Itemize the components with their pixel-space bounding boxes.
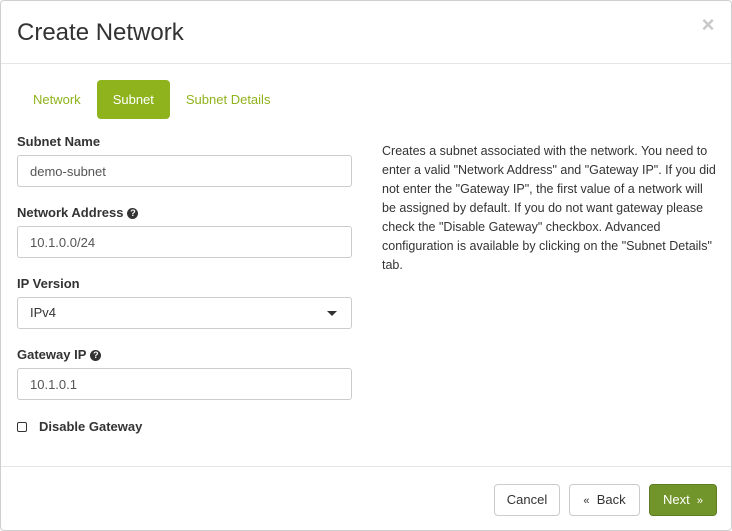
close-icon[interactable]: × [699,14,717,36]
gateway-ip-input[interactable] [17,368,352,400]
subnet-help-text: Creates a subnet associated with the net… [382,144,716,272]
next-button[interactable]: Next » [649,484,717,516]
chevron-left-icon: « [583,495,590,507]
gateway-ip-label-text: Gateway IP [17,347,87,362]
modal-header: Create Network × [1,1,731,64]
subnet-name-label-text: Subnet Name [17,134,101,149]
modal-footer: Cancel « Back Next » [1,466,731,530]
gateway-ip-label: Gateway IP ? [17,347,102,363]
disable-gateway-checkbox[interactable] [17,422,27,432]
ip-version-label: IP Version [17,276,80,292]
disable-gateway-label[interactable]: Disable Gateway [39,420,142,434]
caret-down-icon [327,311,337,316]
tab-subnet-details[interactable]: Subnet Details [170,80,287,119]
wizard-tabs: Network Subnet Subnet Details [17,80,286,119]
cancel-button[interactable]: Cancel [494,484,560,516]
help-icon[interactable]: ? [127,207,139,219]
network-address-label: Network Address ? [17,205,139,221]
subnet-name-input[interactable] [17,155,352,187]
subnet-name-label: Subnet Name [17,134,100,150]
back-button-label: Back [596,492,626,507]
ip-version-selected: IPv4 [30,305,57,320]
ip-version-label-text: IP Version [17,276,80,291]
network-address-input[interactable] [17,226,352,258]
network-address-label-text: Network Address [17,205,124,220]
help-icon[interactable]: ? [90,349,102,361]
ip-version-select[interactable]: IPv4 [17,297,352,329]
chevron-right-icon: » [696,495,704,507]
back-button[interactable]: « Back [569,484,640,516]
disable-gateway-row: Disable Gateway [17,420,142,434]
create-network-modal: Create Network × Network Subnet Subnet D… [0,0,732,531]
tab-subnet[interactable]: Subnet [96,80,170,119]
next-button-label: Next [662,492,690,507]
tab-network[interactable]: Network [17,80,97,119]
modal-title: Create Network [17,19,184,46]
cancel-button-label: Cancel [506,492,548,507]
